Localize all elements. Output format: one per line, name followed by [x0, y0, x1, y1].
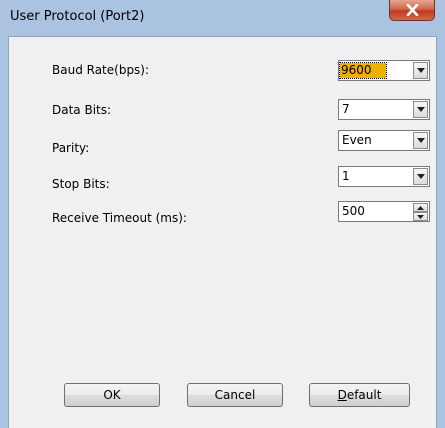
data-bits-select[interactable]: 7 — [338, 99, 430, 120]
data-bits-dropdown-button[interactable] — [413, 101, 428, 118]
spin-down-button[interactable] — [413, 212, 428, 221]
data-bits-label: Data Bits: — [52, 103, 112, 117]
parity-select[interactable]: Even — [338, 130, 430, 151]
stop-bits-dropdown-button[interactable] — [413, 168, 428, 185]
receive-timeout-value: 500 — [342, 204, 365, 218]
parity-value: Even — [342, 133, 372, 147]
cancel-button[interactable]: Cancel — [187, 383, 283, 407]
baud-rate-dropdown-button[interactable] — [413, 62, 428, 79]
chevron-down-icon — [417, 68, 425, 73]
ok-button[interactable]: OK — [64, 383, 160, 407]
default-button[interactable]: Default — [309, 383, 410, 407]
title-bar[interactable]: User Protocol (Port2) — [0, 0, 445, 36]
parity-label: Parity: — [52, 141, 90, 155]
stop-bits-label: Stop Bits: — [52, 177, 110, 191]
arrow-up-icon — [417, 206, 424, 210]
data-bits-value: 7 — [342, 102, 350, 116]
chevron-down-icon — [417, 138, 425, 143]
receive-timeout-spinner[interactable]: 500 — [338, 201, 430, 222]
dialog-client-area — [8, 36, 437, 428]
close-button[interactable] — [389, 0, 435, 21]
close-icon — [406, 4, 419, 16]
stop-bits-value: 1 — [342, 169, 350, 183]
baud-rate-value: 9600 — [339, 62, 387, 79]
parity-dropdown-button[interactable] — [413, 132, 428, 149]
receive-timeout-label: Receive Timeout (ms): — [52, 211, 187, 225]
stop-bits-select[interactable]: 1 — [338, 166, 430, 187]
default-mnemonic: D — [337, 388, 347, 402]
arrow-down-icon — [417, 215, 424, 219]
default-label-rest: efault — [346, 388, 382, 402]
window-title: User Protocol (Port2) — [10, 9, 145, 24]
baud-rate-select[interactable]: 9600 — [338, 60, 430, 81]
spin-up-button[interactable] — [413, 203, 428, 212]
baud-rate-label: Baud Rate(bps): — [52, 63, 150, 77]
chevron-down-icon — [417, 107, 425, 112]
chevron-down-icon — [417, 174, 425, 179]
